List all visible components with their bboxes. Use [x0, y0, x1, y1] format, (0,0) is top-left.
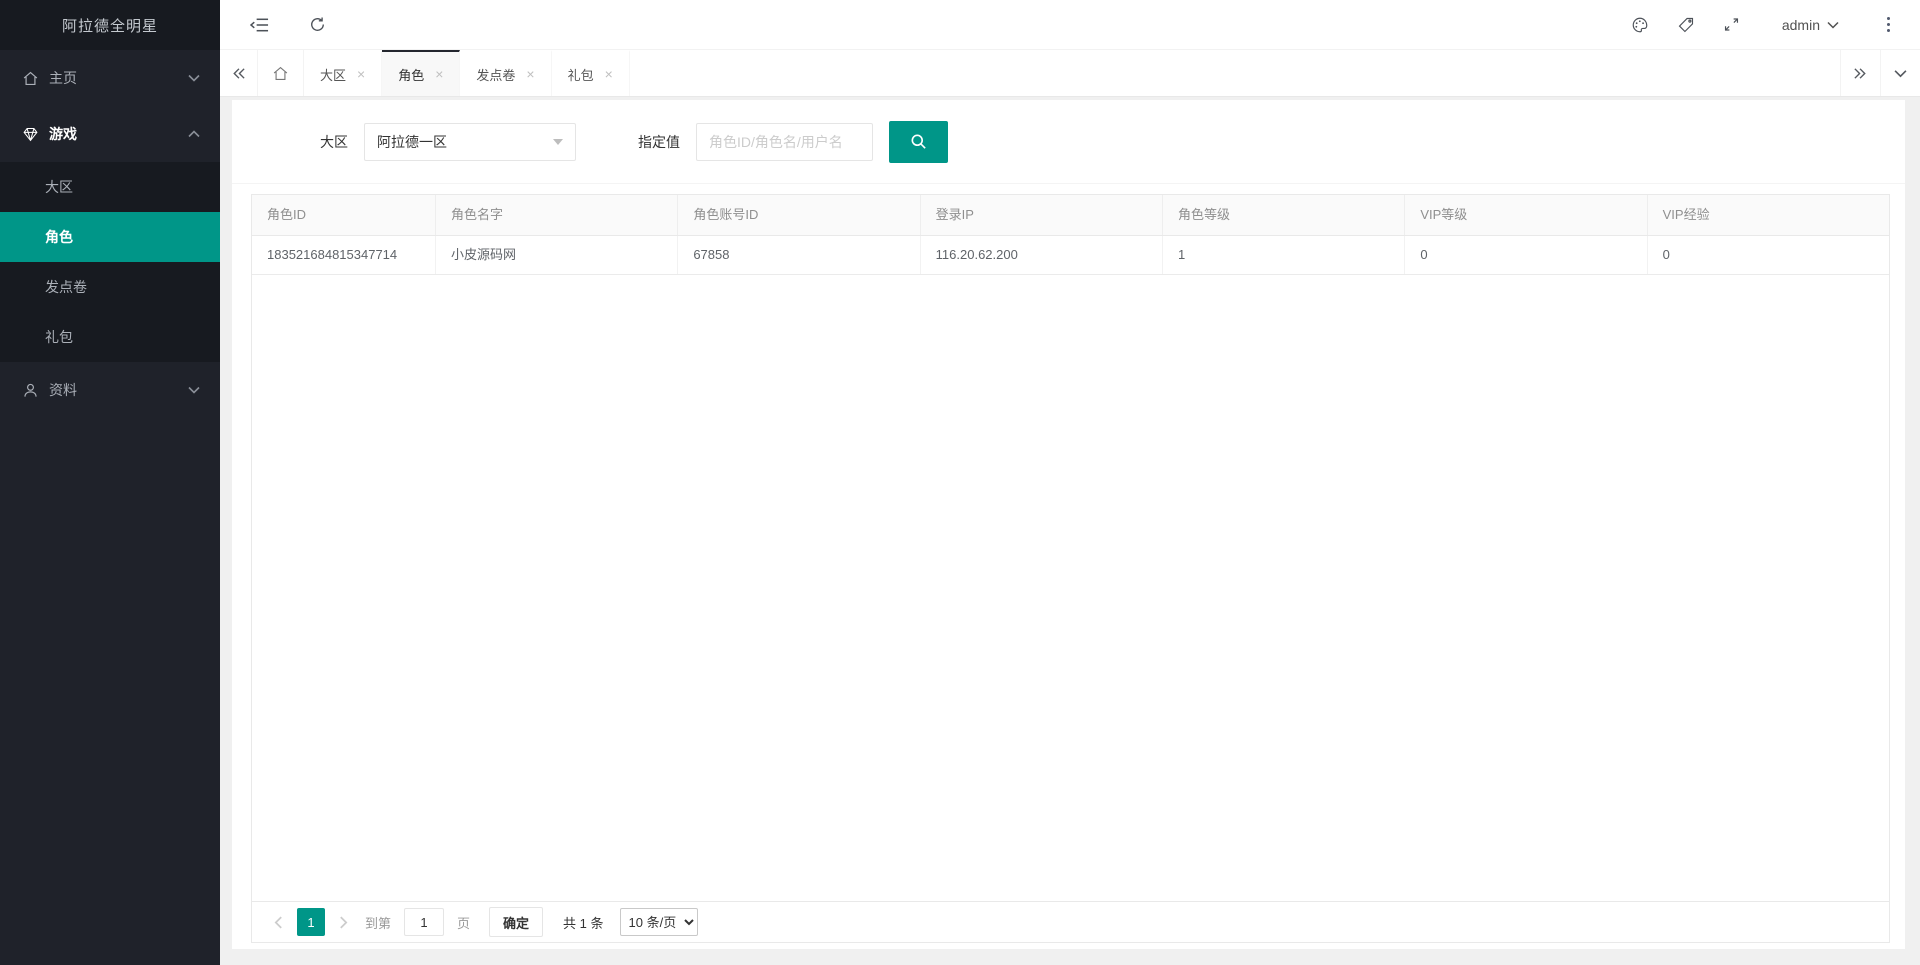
- double-chevron-right-icon: [1853, 67, 1868, 80]
- tabbar: 大区 × 角色 × 发点卷 × 礼包 ×: [220, 50, 1920, 97]
- sidebar-item-label: 主页: [49, 68, 188, 88]
- topbar: admin: [220, 0, 1920, 50]
- role-panel: 大区 阿拉德一区 指定值 角色ID 角色名字: [232, 100, 1905, 949]
- collapse-menu-icon[interactable]: [250, 17, 269, 33]
- cell-account-id: 67858: [678, 236, 920, 274]
- pagination: 1 到第 页 确定 共 1 条 10 条/页: [252, 901, 1889, 942]
- sidebar-item-game[interactable]: 游戏: [0, 106, 220, 162]
- region-select[interactable]: 阿拉德一区: [364, 123, 576, 161]
- topbar-left: [220, 16, 326, 33]
- close-icon[interactable]: ×: [357, 67, 365, 81]
- search-icon: [909, 132, 928, 151]
- gem-icon: [22, 126, 39, 143]
- goto-page-prefix: 到第: [365, 913, 391, 932]
- sidebar-item-label: 礼包: [45, 327, 73, 347]
- sidebar-submenu-game: 大区 角色 发点卷 礼包: [0, 162, 220, 362]
- tab-role[interactable]: 角色 ×: [382, 50, 460, 96]
- column-header: 角色名字: [436, 195, 678, 235]
- sidebar-item-role[interactable]: 角色: [0, 212, 220, 262]
- refresh-icon[interactable]: [309, 16, 326, 33]
- tabbar-right: [1840, 50, 1920, 96]
- total-count-label: 共 1 条: [563, 913, 603, 932]
- page-number-button[interactable]: 1: [297, 908, 325, 936]
- topbar-right: admin: [1631, 13, 1920, 36]
- region-select-label: 大区: [320, 132, 348, 152]
- home-icon: [22, 70, 39, 87]
- sidebar-item-region[interactable]: 大区: [0, 162, 220, 212]
- cell-role-level: 1: [1163, 236, 1405, 274]
- column-header: 角色账号ID: [678, 195, 920, 235]
- sidebar-item-label: 大区: [45, 177, 73, 197]
- sidebar-item-label: 游戏: [49, 124, 188, 144]
- page-size-select[interactable]: 10 条/页: [620, 908, 698, 936]
- table-empty-space: [252, 275, 1889, 901]
- region-select-value: 阿拉德一区: [377, 132, 447, 152]
- cell-vip-exp: 0: [1648, 236, 1889, 274]
- tab-label: 角色: [398, 65, 424, 84]
- sidebar-item-label: 资料: [49, 380, 188, 400]
- cell-login-ip: 116.20.62.200: [921, 236, 1163, 274]
- column-header: 角色等级: [1163, 195, 1405, 235]
- tabs-scroll-right-button[interactable]: [1840, 50, 1880, 96]
- sidebar-item-profile[interactable]: 资料: [0, 362, 220, 418]
- table-header-row: 角色ID 角色名字 角色账号ID 登录IP 角色等级 VIP等级 VIP经验: [252, 195, 1889, 236]
- chevron-down-icon: [1827, 21, 1839, 29]
- goto-page-input[interactable]: [404, 908, 444, 936]
- chevron-down-icon: [1894, 69, 1907, 78]
- tab-home[interactable]: [258, 50, 304, 96]
- sidebar-item-label: 发点卷: [45, 277, 87, 297]
- prev-page-button[interactable]: [266, 916, 291, 929]
- tag-icon[interactable]: [1677, 16, 1695, 34]
- goto-confirm-button[interactable]: 确定: [489, 907, 543, 937]
- cell-role-id: 183521684815347714: [252, 236, 436, 274]
- sidebar-item-label: 角色: [45, 227, 73, 247]
- close-icon[interactable]: ×: [526, 67, 534, 81]
- filter-bar: 大区 阿拉德一区 指定值: [232, 100, 1905, 184]
- more-vertical-icon[interactable]: [1881, 13, 1896, 36]
- home-icon: [272, 65, 289, 82]
- tabs-menu-button[interactable]: [1880, 50, 1920, 96]
- tab-label: 发点卷: [476, 65, 515, 84]
- app-title: 阿拉德全明星: [0, 0, 220, 50]
- role-table: 角色ID 角色名字 角色账号ID 登录IP 角色等级 VIP等级 VIP经验 1…: [251, 194, 1890, 943]
- username: admin: [1782, 17, 1820, 33]
- chevron-down-icon: [188, 74, 200, 82]
- user-menu[interactable]: admin: [1782, 17, 1839, 33]
- search-button[interactable]: [889, 121, 948, 163]
- theme-palette-icon[interactable]: [1631, 16, 1649, 34]
- next-page-button[interactable]: [331, 916, 356, 929]
- tab-label: 礼包: [568, 65, 594, 84]
- caret-down-icon: [553, 139, 563, 150]
- table-row: 183521684815347714 小皮源码网 67858 116.20.62…: [252, 236, 1889, 275]
- close-icon[interactable]: ×: [605, 67, 613, 81]
- sidebar-item-home[interactable]: 主页: [0, 50, 220, 106]
- goto-page-suffix: 页: [457, 913, 470, 932]
- keyword-input-label: 指定值: [638, 132, 680, 152]
- chevron-up-icon: [188, 130, 200, 138]
- tabs-scroll-left-button[interactable]: [220, 50, 258, 96]
- cell-role-name: 小皮源码网: [436, 236, 678, 274]
- user-icon: [22, 382, 39, 399]
- chevron-down-icon: [188, 386, 200, 394]
- sidebar-item-send-coupons[interactable]: 发点卷: [0, 262, 220, 312]
- column-header: 登录IP: [921, 195, 1163, 235]
- sidebar: 阿拉德全明星 主页 游戏 大区 角色 发点卷: [0, 0, 220, 965]
- column-header: VIP经验: [1648, 195, 1889, 235]
- main-area: admin 大区 × 角色 × 发点卷 ×: [220, 0, 1920, 965]
- tab-region[interactable]: 大区 ×: [304, 50, 382, 96]
- sidebar-item-gift-pack[interactable]: 礼包: [0, 312, 220, 362]
- column-header: VIP等级: [1405, 195, 1647, 235]
- tab-send-coupons[interactable]: 发点卷 ×: [460, 50, 551, 96]
- content-area: 大区 阿拉德一区 指定值 角色ID 角色名字: [220, 97, 1920, 965]
- chevron-left-icon: [274, 916, 283, 929]
- column-header: 角色ID: [252, 195, 436, 235]
- close-icon[interactable]: ×: [435, 67, 443, 81]
- cell-vip-level: 0: [1405, 236, 1647, 274]
- keyword-input[interactable]: [696, 123, 873, 161]
- tab-gift-pack[interactable]: 礼包 ×: [552, 50, 630, 96]
- fullscreen-icon[interactable]: [1723, 16, 1740, 33]
- tab-label: 大区: [320, 65, 346, 84]
- double-chevron-left-icon: [231, 67, 246, 80]
- chevron-right-icon: [339, 916, 348, 929]
